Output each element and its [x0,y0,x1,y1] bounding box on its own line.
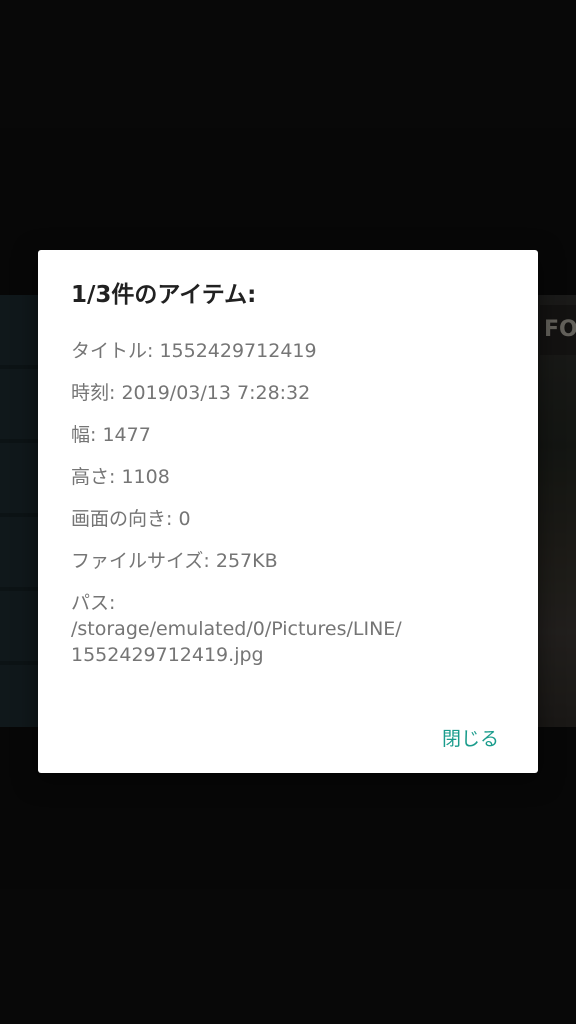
dialog-title: 1/3件のアイテム: [71,282,257,308]
detail-path-line-1: /storage/emulated/0/Pictures/LINE/ [71,618,402,640]
detail-time: 時刻: 2019/03/13 7:28:32 [71,382,311,404]
close-button[interactable]: 閉じる [440,718,501,757]
details-list: タイトル: 1552429712419 時刻: 2019/03/13 7:28:… [71,338,511,668]
detail-path: パス: /storage/emulated/0/Pictures/LINE/ 1… [71,590,511,668]
detail-title: タイトル: 1552429712419 [71,340,317,362]
detail-orientation: 画面の向き: 0 [71,508,191,530]
detail-path-line-2: 1552429712419.jpg [71,644,264,666]
detail-path-label: パス: [71,592,116,614]
detail-width: 幅: 1477 [71,424,151,446]
gallery-screen: FO 1/3件のアイテム: タイトル: 1552429712419 時刻: 20… [0,0,576,1024]
detail-file-size: ファイルサイズ: 257KB [71,550,278,572]
detail-height: 高さ: 1108 [71,466,170,488]
